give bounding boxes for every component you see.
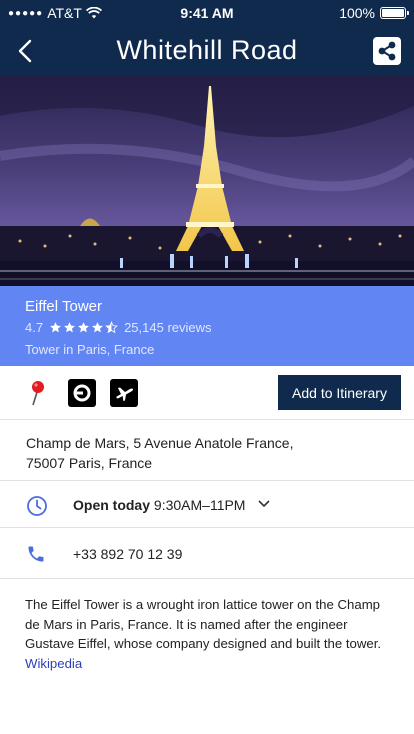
phone-number[interactable]: +33 892 70 12 39 bbox=[73, 546, 182, 562]
place-category: Tower in Paris, France bbox=[25, 342, 155, 357]
clock-icon bbox=[27, 496, 47, 516]
battery-icon bbox=[380, 7, 409, 19]
star-icon bbox=[64, 322, 75, 333]
airplane-icon[interactable] bbox=[110, 379, 138, 407]
star-icon bbox=[92, 322, 103, 333]
map-pin-icon[interactable] bbox=[24, 379, 52, 407]
rating-stars bbox=[49, 321, 118, 334]
place-name: Eiffel Tower bbox=[25, 298, 102, 315]
address-line-1: Champ de Mars, 5 Avenue Anatole France, bbox=[26, 435, 294, 451]
wikipedia-link[interactable]: Wikipedia bbox=[25, 656, 82, 671]
page-title: Whitehill Road bbox=[116, 35, 298, 65]
share-button[interactable] bbox=[373, 37, 401, 65]
phone-row: +33 892 70 12 39 bbox=[0, 529, 414, 579]
address-line-2: 75007 Paris, France bbox=[26, 455, 153, 471]
hours-text: Open today 9:30AM–11PM bbox=[73, 497, 245, 513]
place-description: The Eiffel Tower is a wrought iron latti… bbox=[25, 595, 395, 673]
uber-icon[interactable] bbox=[68, 379, 96, 407]
add-to-itinerary-button[interactable]: Add to Itinerary bbox=[278, 375, 401, 410]
description-text: The Eiffel Tower is a wrought iron latti… bbox=[25, 597, 382, 651]
share-icon bbox=[378, 41, 396, 61]
review-count: 25,145 reviews bbox=[124, 320, 212, 335]
status-right: 100% bbox=[339, 5, 409, 21]
hours-row[interactable]: Open today 9:30AM–11PM bbox=[0, 482, 414, 528]
place-photo bbox=[0, 76, 414, 286]
place-summary-card: Eiffel Tower 4.7 25,145 reviews Tower in… bbox=[0, 286, 414, 366]
hours-status: Open today bbox=[73, 497, 151, 513]
hours-range: 9:30AM–11PM bbox=[153, 497, 246, 513]
rating-value: 4.7 bbox=[25, 320, 44, 335]
chevron-left-icon[interactable] bbox=[12, 34, 42, 68]
navigation-bar: Whitehill Road bbox=[0, 26, 414, 76]
star-icon bbox=[78, 322, 89, 333]
action-row: Add to Itinerary bbox=[0, 366, 414, 420]
phone-icon bbox=[28, 546, 44, 562]
battery-percent: 100% bbox=[339, 5, 375, 21]
rating-row: 4.7 25,145 reviews bbox=[25, 320, 389, 335]
address-block: Champ de Mars, 5 Avenue Anatole France, … bbox=[0, 421, 414, 481]
star-icon bbox=[50, 322, 61, 333]
status-bar: ●●●●● AT&T 9:41 AM 100% bbox=[0, 0, 414, 26]
chevron-down-icon[interactable] bbox=[258, 500, 270, 508]
half-star-icon bbox=[105, 321, 118, 334]
